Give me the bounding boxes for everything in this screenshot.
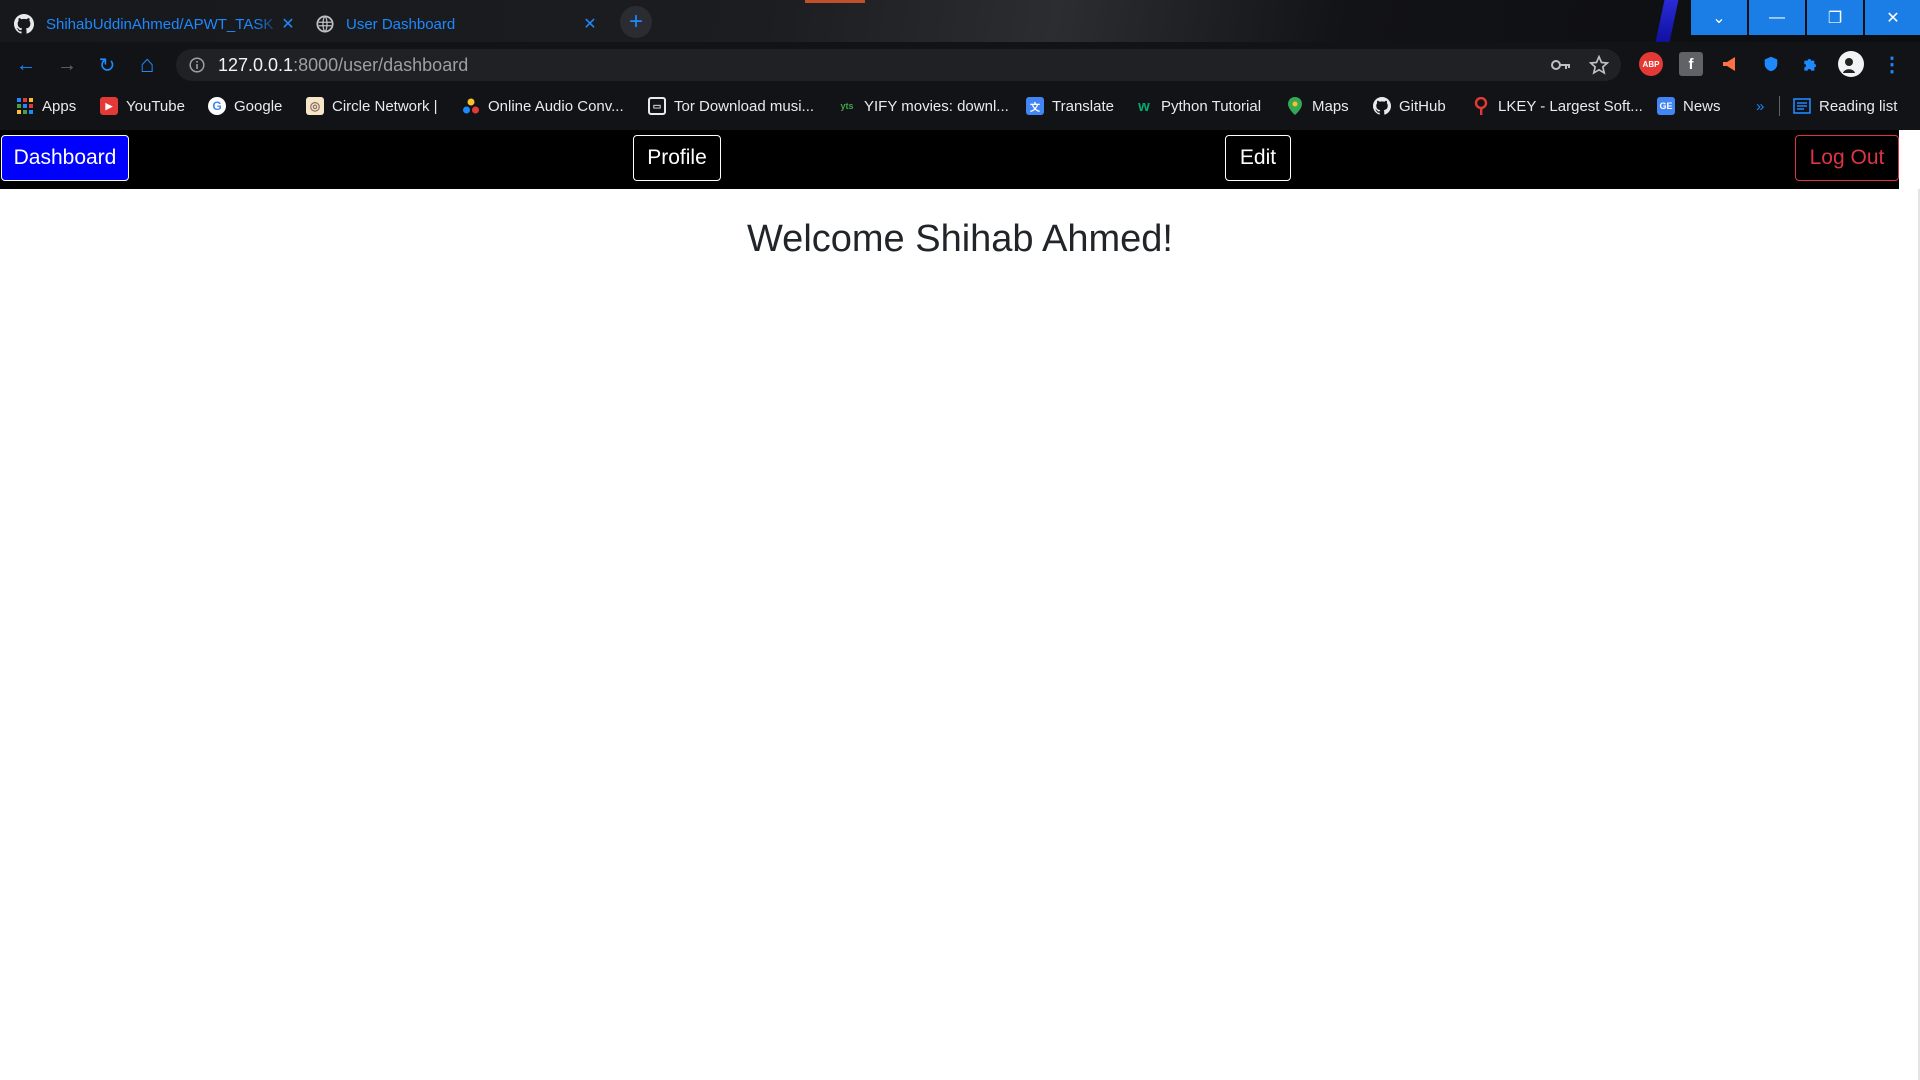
reading-list-label: Reading list bbox=[1819, 97, 1898, 115]
adblock-icon[interactable]: ABP bbox=[1639, 52, 1663, 76]
dashboard-button[interactable]: Dashboard bbox=[1, 135, 129, 181]
youtube-icon: ▶ bbox=[100, 97, 118, 115]
address-bar[interactable]: 127.0.0.1:8000/user/dashboard bbox=[176, 49, 1621, 81]
key-icon[interactable] bbox=[1551, 57, 1571, 73]
new-tab-button[interactable]: + bbox=[620, 6, 652, 38]
wallpaper-streak bbox=[1655, 0, 1679, 42]
bookmark-github[interactable]: GitHub bbox=[1373, 94, 1446, 118]
home-button[interactable]: ⌂ bbox=[133, 51, 161, 79]
google-icon: G bbox=[208, 97, 226, 115]
bookmark-apps[interactable]: Apps bbox=[16, 94, 76, 118]
globe-icon bbox=[316, 15, 334, 33]
bookmarks-divider bbox=[1779, 96, 1780, 116]
bookmark-tor-download[interactable]: ▭ Tor Download musi... bbox=[648, 94, 814, 118]
bookmark-label: Maps bbox=[1312, 97, 1349, 115]
tab-github[interactable]: ShihabUddinAhmed/APWT_TASK ✕ bbox=[14, 6, 304, 42]
audio-converter-icon bbox=[462, 97, 480, 115]
bookmark-label: Google bbox=[234, 97, 283, 115]
forward-button[interactable]: → bbox=[53, 51, 81, 79]
bookmarks-bar: Apps ▶ YouTube G Google ◎ Circle Network… bbox=[0, 92, 1920, 120]
reading-list-icon bbox=[1793, 97, 1811, 115]
bookmark-label: Apps bbox=[42, 97, 77, 115]
info-icon[interactable] bbox=[189, 57, 205, 73]
circle-network-icon: ◎ bbox=[306, 97, 324, 115]
w3schools-icon: w bbox=[1138, 97, 1150, 115]
restore-button[interactable]: ❐ bbox=[1807, 0, 1863, 35]
bookmark-maps[interactable]: Maps bbox=[1286, 94, 1349, 118]
translate-icon: 文 bbox=[1026, 97, 1044, 115]
bookmark-label: News bbox=[1683, 97, 1721, 115]
puzzle-icon[interactable] bbox=[1799, 52, 1823, 76]
bookmark-label: LKEY - Largest Soft... bbox=[1498, 97, 1643, 115]
apps-grid-icon bbox=[16, 97, 34, 115]
bookmark-google[interactable]: G Google bbox=[208, 94, 282, 118]
tor-download-icon: ▭ bbox=[648, 97, 666, 115]
wallpaper-streak bbox=[805, 0, 865, 3]
logout-button[interactable]: Log Out bbox=[1795, 135, 1899, 181]
star-icon[interactable] bbox=[1589, 55, 1609, 75]
news-icon: GE bbox=[1657, 97, 1675, 115]
bookmark-online-audio[interactable]: Online Audio Conv... bbox=[462, 94, 624, 118]
bookmark-youtube[interactable]: ▶ YouTube bbox=[100, 94, 185, 118]
lkey-icon bbox=[1472, 97, 1490, 115]
tab-strip: ShihabUddinAhmed/APWT_TASK ✕ User Dashbo… bbox=[0, 0, 1920, 42]
browser-chrome: ShihabUddinAhmed/APWT_TASK ✕ User Dashbo… bbox=[0, 0, 1920, 130]
profile-button[interactable]: Profile bbox=[633, 135, 721, 181]
maps-pin-icon bbox=[1286, 97, 1304, 115]
bookmark-label: YouTube bbox=[126, 97, 185, 115]
tab-user-dashboard[interactable]: User Dashboard ✕ bbox=[316, 6, 606, 42]
kebab-menu-icon[interactable]: ⋮ bbox=[1880, 52, 1904, 76]
bookmark-yify[interactable]: yts YIFY movies: downl... bbox=[838, 94, 1009, 118]
tab-title: ShihabUddinAhmed/APWT_TASK bbox=[46, 15, 274, 33]
welcome-heading: Welcome Shihab Ahmed! bbox=[747, 218, 1173, 260]
shield-extension-icon[interactable] bbox=[1759, 52, 1783, 76]
bookmark-python-tutorial[interactable]: w Python Tutorial bbox=[1135, 94, 1261, 118]
bookmark-label: GitHub bbox=[1399, 97, 1446, 115]
tab-search-button[interactable]: ⌄ bbox=[1691, 0, 1747, 35]
minimize-button[interactable]: — bbox=[1749, 0, 1805, 35]
facebook-extension-icon[interactable]: f bbox=[1679, 52, 1703, 76]
bookmark-label: Python Tutorial bbox=[1161, 97, 1262, 115]
github-icon bbox=[14, 14, 34, 34]
avatar[interactable] bbox=[1838, 51, 1864, 77]
page-content: Dashboard Profile Edit Log Out Welcome S… bbox=[0, 130, 1920, 1080]
bookmark-label: Circle Network | bbox=[332, 97, 438, 115]
yify-icon: yts bbox=[840, 101, 854, 111]
bookmarks-overflow-button[interactable]: » bbox=[1756, 94, 1764, 118]
close-icon[interactable]: ✕ bbox=[278, 14, 298, 34]
bookmark-label: YIFY movies: downl... bbox=[864, 97, 1009, 115]
url-host: 127.0.0.1 bbox=[218, 54, 294, 75]
close-icon[interactable]: ✕ bbox=[580, 14, 600, 34]
url-path: :8000/user/dashboard bbox=[293, 54, 469, 75]
bookmark-label: Translate bbox=[1052, 97, 1114, 115]
edit-button[interactable]: Edit bbox=[1225, 135, 1291, 181]
bookmark-lkey[interactable]: LKEY - Largest Soft... bbox=[1472, 94, 1643, 118]
bookmark-label: Online Audio Conv... bbox=[488, 97, 624, 115]
close-window-button[interactable]: ✕ bbox=[1865, 0, 1920, 35]
browser-toolbar: ← → ↻ ⌂ 127.0.0.1:8000/user/dashboard AB… bbox=[0, 47, 1920, 83]
github-icon bbox=[1373, 97, 1391, 115]
tab-title: User Dashboard bbox=[346, 15, 456, 33]
megaphone-extension-icon[interactable] bbox=[1719, 52, 1743, 76]
navbar: Dashboard Profile Edit Log Out bbox=[0, 130, 1899, 189]
bookmark-translate[interactable]: 文 Translate bbox=[1026, 94, 1114, 118]
bookmark-news[interactable]: GE News bbox=[1657, 94, 1721, 118]
bookmark-label: Tor Download musi... bbox=[674, 97, 815, 115]
reload-button[interactable]: ↻ bbox=[93, 51, 121, 79]
reading-list-button[interactable]: Reading list bbox=[1793, 94, 1897, 118]
back-button[interactable]: ← bbox=[12, 51, 40, 79]
bookmark-circle-network[interactable]: ◎ Circle Network | bbox=[306, 94, 438, 118]
